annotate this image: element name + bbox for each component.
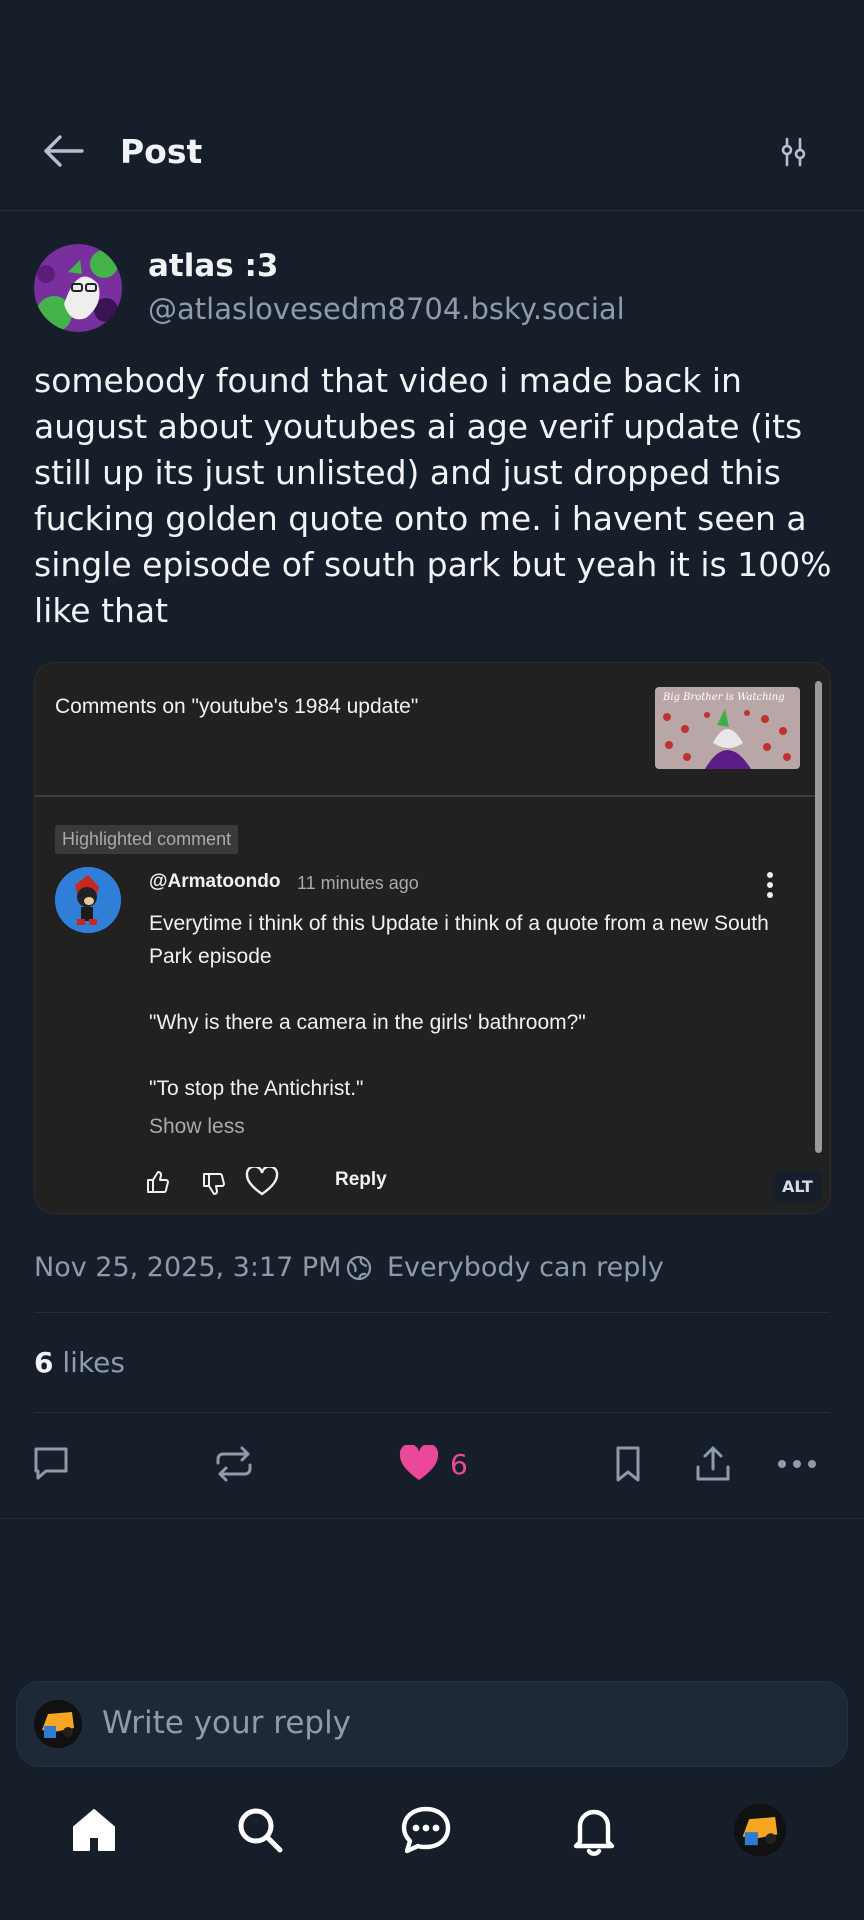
comment-show-less: Show less (149, 1115, 245, 1138)
nav-search[interactable] (230, 1800, 290, 1860)
author-display-name[interactable]: atlas :3 (148, 248, 279, 284)
profile-avatar (734, 1804, 786, 1856)
reply-setting[interactable]: Everybody can reply (387, 1252, 664, 1283)
video-thumbnail: Big Brother is Watching (655, 687, 800, 769)
back-button[interactable] (40, 128, 86, 174)
globe-icon (345, 1254, 373, 1286)
home-icon (73, 1809, 115, 1851)
comment-icon (34, 1447, 68, 1480)
page-title: Post (120, 132, 203, 171)
comment-reply-label: Reply (335, 1169, 387, 1190)
image-divider (35, 795, 815, 797)
post-text: somebody found that video i made back in… (34, 361, 843, 630)
thumbs-up-icon (147, 1171, 169, 1193)
heart-filled-icon (399, 1445, 439, 1480)
thumbnail-caption: Big Brother is Watching (663, 692, 785, 703)
sliders-icon (781, 137, 806, 167)
thread-settings-button[interactable] (772, 130, 816, 174)
bookmark-icon (616, 1446, 640, 1482)
chat-icon (401, 1806, 451, 1854)
comment-line: Everytime i think of this Update i think… (149, 912, 769, 968)
ellipsis-icon (778, 1460, 816, 1468)
share-icon (696, 1446, 730, 1481)
highlighted-comment-label: Highlighted comment (55, 825, 239, 854)
author-handle[interactable]: @atlaslovesedm8704.bsky.social (148, 292, 625, 326)
divider (34, 1412, 830, 1413)
author-avatar[interactable] (34, 244, 122, 332)
arrow-left-icon (44, 135, 84, 167)
repost-icon (216, 1446, 252, 1482)
thumbs-down-icon (203, 1173, 225, 1195)
commenter-avatar (55, 867, 121, 933)
repost-button[interactable] (212, 1440, 256, 1488)
comment-body: Everytime i think of this Update i think… (149, 907, 789, 1105)
comment-line (149, 1039, 789, 1072)
post-image[interactable]: Comments on "youtube's 1984 update" Big … (34, 662, 831, 1214)
nav-home[interactable] (64, 1800, 124, 1860)
comment-more-icon (755, 865, 785, 905)
nav-chat[interactable] (396, 1800, 456, 1860)
likes-count: 6 (34, 1346, 54, 1379)
like-button[interactable]: 6 (398, 1440, 468, 1488)
share-button[interactable] (692, 1440, 734, 1488)
comment-line: "To stop the Antichrist." (149, 1077, 364, 1100)
heart-outline-icon (245, 1167, 279, 1196)
likes-summary[interactable]: 6 likes (34, 1346, 125, 1379)
comment-line (149, 973, 789, 1006)
my-avatar (34, 1700, 82, 1748)
image-comments-heading: Comments on "youtube's 1984 update" (55, 695, 419, 718)
divider (34, 1312, 830, 1313)
reply-placeholder[interactable]: Write your reply (102, 1705, 351, 1741)
bookmark-button[interactable] (608, 1440, 648, 1488)
post-timestamp: Nov 25, 2025, 3:17 PM (34, 1252, 342, 1283)
comment-time: 11 minutes ago (297, 873, 419, 893)
comment-author: @Armatoondo (149, 871, 281, 892)
bell-icon (573, 1809, 615, 1856)
comment-line: "Why is there a camera in the girls' bat… (149, 1011, 586, 1034)
reply-button[interactable] (30, 1440, 72, 1488)
search-icon (238, 1808, 283, 1853)
image-scrollbar (815, 681, 822, 1153)
nav-notifications[interactable] (564, 1800, 624, 1860)
more-options-button[interactable] (776, 1440, 818, 1488)
divider (0, 1518, 864, 1519)
like-count: 6 (450, 1447, 468, 1481)
alt-text-badge[interactable]: ALT (773, 1171, 822, 1202)
nav-profile[interactable] (730, 1800, 790, 1860)
likes-label: likes (53, 1346, 125, 1379)
